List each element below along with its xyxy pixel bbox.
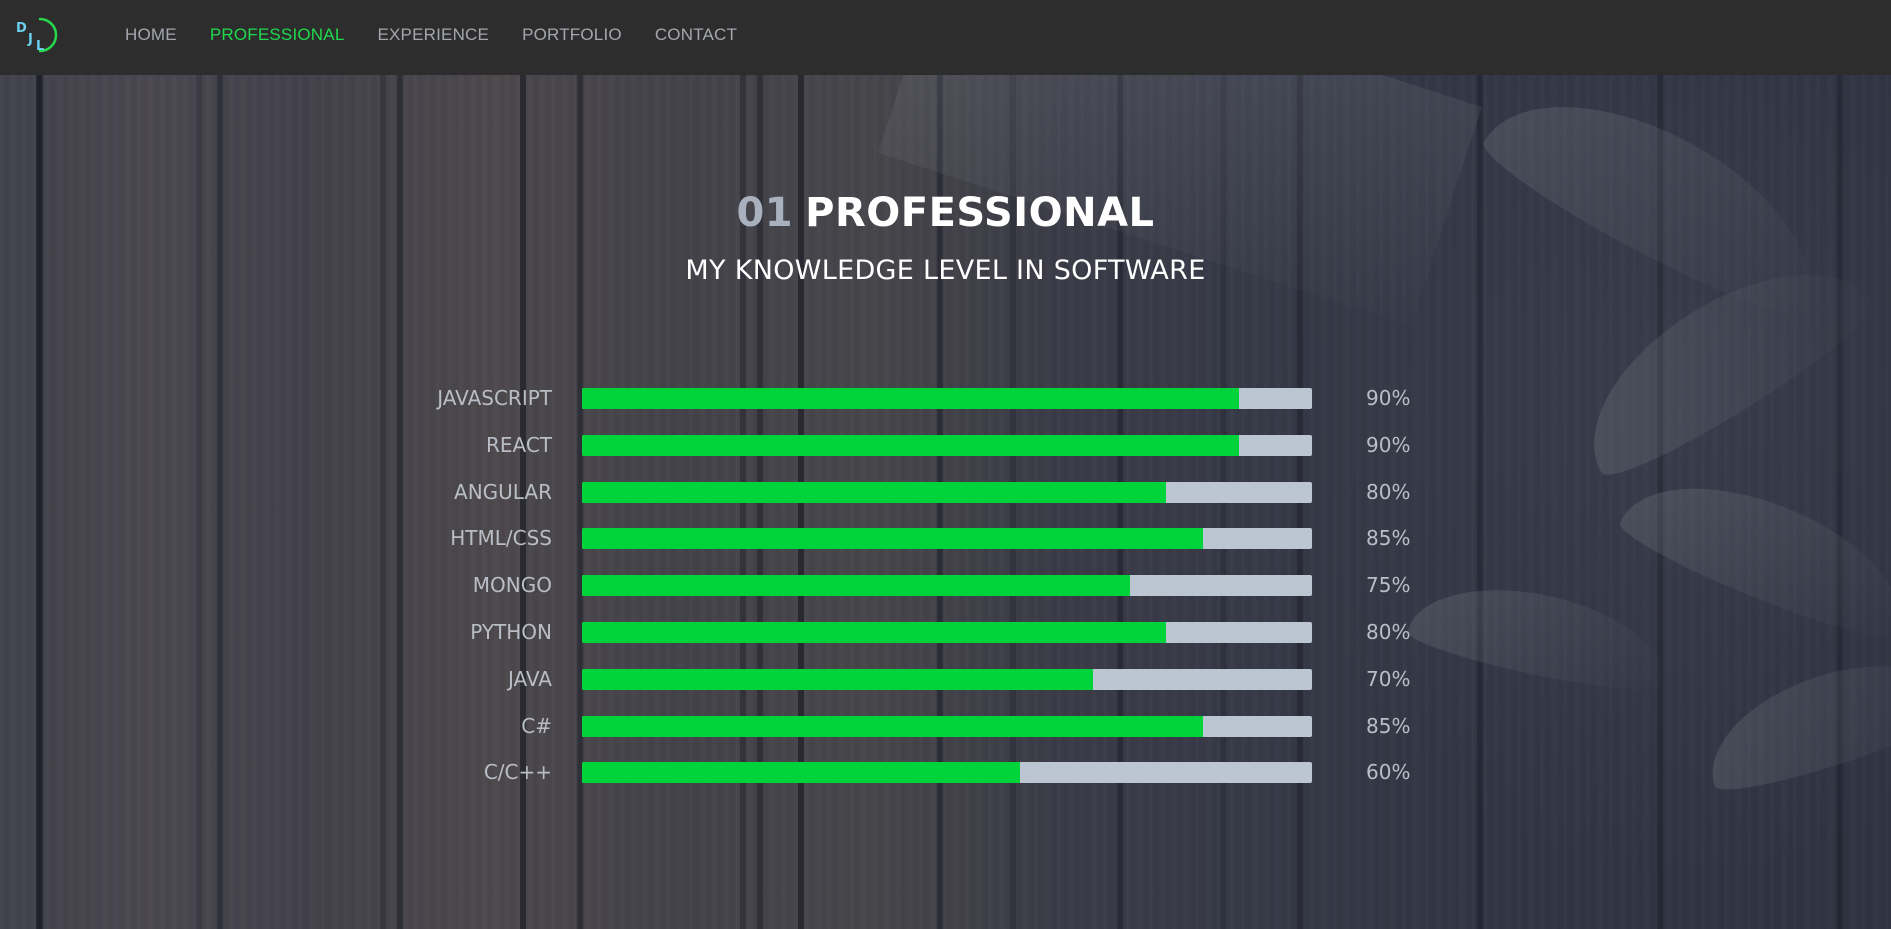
skill-bar-track	[582, 621, 1312, 643]
skill-bar-fill	[582, 481, 1166, 503]
skill-row: REACT 90%	[400, 431, 1520, 478]
skill-bar-track	[582, 715, 1312, 737]
skill-percent: 80%	[1366, 619, 1411, 644]
section-title-text: PROFESSIONAL	[805, 190, 1155, 236]
nav-portfolio[interactable]: PORTFOLIO	[522, 25, 622, 45]
skill-row: ANGULAR 80%	[400, 478, 1520, 525]
skill-row: JAVA 70%	[400, 665, 1520, 712]
svg-text:J: J	[27, 32, 33, 47]
professional-section: 01 PROFESSIONAL MY KNOWLEDGE LEVEL IN SOF…	[0, 75, 1891, 929]
nav-experience[interactable]: EXPERIENCE	[377, 25, 489, 45]
skill-bar-track	[582, 668, 1312, 690]
skill-row: MONGO 75%	[400, 571, 1520, 618]
skill-percent: 80%	[1366, 479, 1411, 504]
skill-name: C/C++	[483, 760, 552, 785]
nav-contact[interactable]: CONTACT	[655, 25, 737, 45]
skill-row: HTML/CSS 85%	[400, 524, 1520, 571]
skill-bar-track	[582, 762, 1312, 784]
skill-bar-track	[582, 388, 1312, 409]
top-navbar: D J L HOME PROFESSIONAL EXPERIENCE PORTF…	[0, 0, 1891, 75]
skill-percent: 90%	[1366, 386, 1411, 410]
skill-name: JAVASCRIPT	[437, 386, 552, 410]
skill-name: C#	[521, 713, 552, 738]
skill-name: PYTHON	[470, 619, 552, 644]
skill-row: C/C++ 60%	[400, 758, 1520, 805]
skill-percent: 60%	[1366, 760, 1411, 785]
skill-percent: 70%	[1366, 666, 1411, 691]
skill-bar-fill	[582, 762, 1020, 784]
skills-list: JAVASCRIPT 90% REACT 90% ANGULAR 80% HTML/CSS 8…	[400, 384, 1520, 805]
skill-bar-track	[582, 481, 1312, 503]
skill-percent: 85%	[1366, 526, 1411, 551]
skill-percent: 85%	[1366, 713, 1411, 738]
skill-name: ANGULAR	[454, 479, 552, 504]
skill-bar-track	[582, 575, 1312, 597]
section-title: 01 PROFESSIONAL	[0, 190, 1891, 236]
main-nav: HOME PROFESSIONAL EXPERIENCE PORTFOLIO C…	[125, 0, 770, 70]
section-number: 01	[736, 190, 794, 236]
skill-row: PYTHON 80%	[400, 618, 1520, 665]
skill-bar-fill	[582, 621, 1166, 643]
skill-bar-fill	[582, 528, 1203, 550]
skill-name: MONGO	[472, 573, 552, 598]
svg-text:D: D	[16, 21, 27, 36]
nav-professional[interactable]: PROFESSIONAL	[210, 25, 345, 45]
skill-row: JAVASCRIPT 90%	[400, 384, 1520, 431]
skill-row: C# 85%	[400, 712, 1520, 759]
skill-percent: 90%	[1366, 432, 1411, 457]
svg-text:L: L	[36, 39, 44, 54]
skill-name: REACT	[485, 432, 552, 457]
skill-bar-track	[582, 434, 1312, 456]
djl-logo-icon[interactable]: D J L	[14, 15, 58, 55]
section-subtitle: MY KNOWLEDGE LEVEL IN SOFTWARE	[685, 255, 1206, 286]
skill-name: JAVA	[507, 666, 552, 691]
skill-bar-fill	[582, 434, 1239, 456]
skill-bar-fill	[582, 388, 1239, 409]
skill-bar-fill	[582, 575, 1130, 597]
skill-name: HTML/CSS	[450, 526, 552, 551]
skill-bar-track	[582, 528, 1312, 550]
nav-home[interactable]: HOME	[125, 25, 177, 45]
skill-bar-fill	[582, 715, 1203, 737]
skill-percent: 75%	[1366, 573, 1411, 598]
skill-bar-fill	[582, 668, 1093, 690]
